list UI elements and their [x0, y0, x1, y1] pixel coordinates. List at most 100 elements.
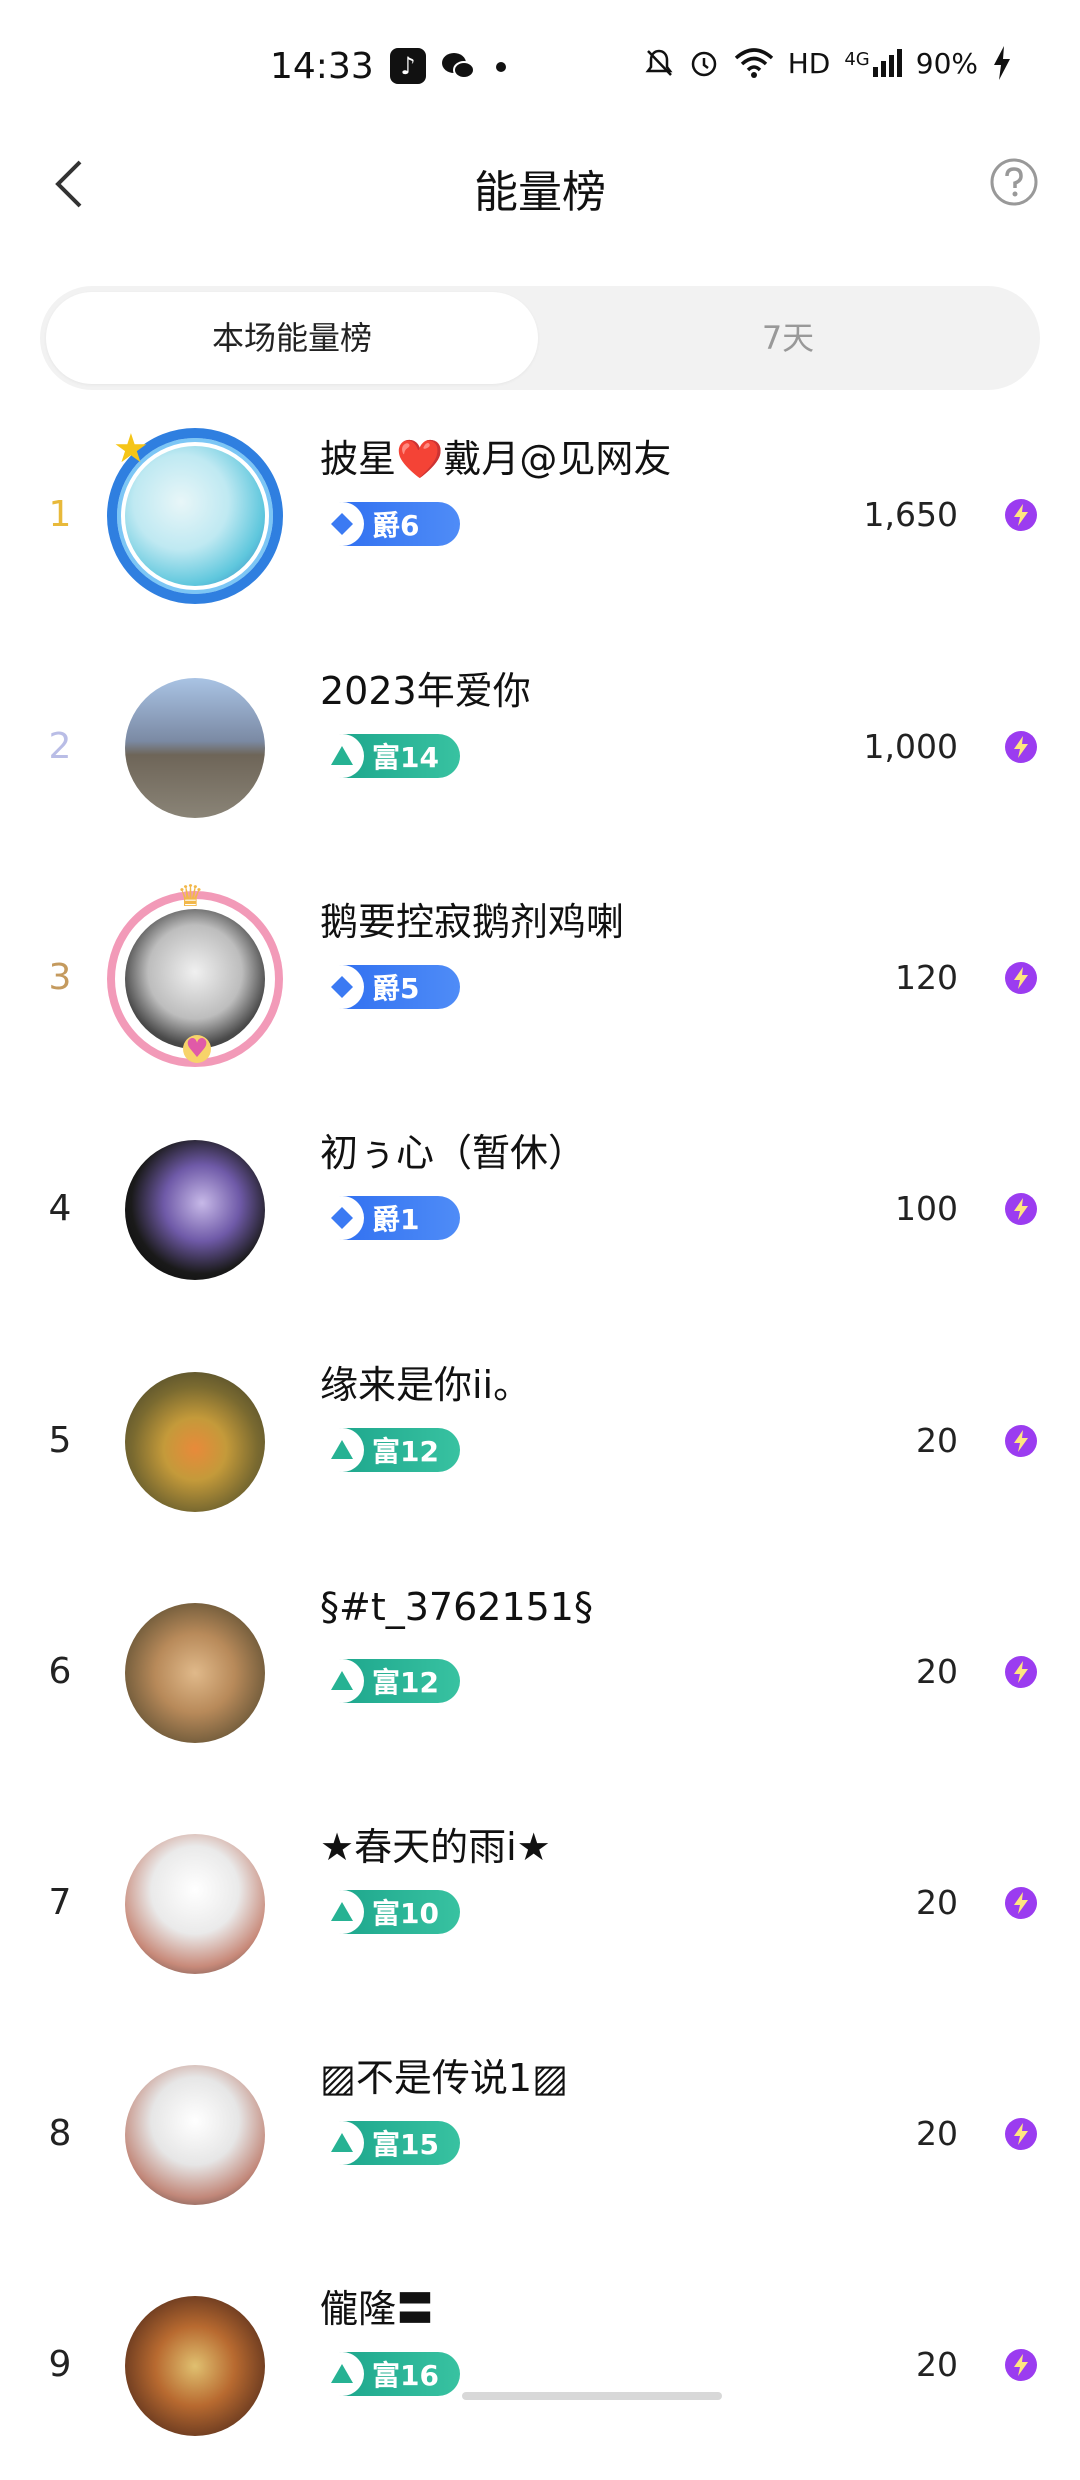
- energy-score: 1,000: [863, 727, 958, 766]
- heart-gem-icon: ♥: [183, 1035, 211, 1063]
- avatar[interactable]: [125, 2065, 265, 2205]
- badge-label: 富12: [372, 1435, 439, 1468]
- scroll-indicator: [462, 2392, 722, 2400]
- hd-label: HD: [787, 46, 831, 80]
- energy-score: 20: [916, 2345, 958, 2384]
- user-name: 儱隆〓: [320, 2287, 435, 2331]
- energy-score: 20: [916, 1421, 958, 1460]
- leaderboard-row[interactable]: 2 2023年爱你富14 1,000: [0, 632, 1080, 862]
- notification-dot-icon: [496, 62, 506, 72]
- leaderboard-row[interactable]: 9 儱隆〓富16 20: [0, 2250, 1080, 2480]
- avatar[interactable]: [125, 1140, 265, 1280]
- badge-label: 富14: [372, 741, 439, 774]
- leaderboard-tabs: 本场能量榜 7天: [40, 286, 1040, 390]
- help-button[interactable]: [988, 156, 1040, 208]
- energy-bolt-icon: [1005, 962, 1037, 994]
- energy-score: 20: [916, 1883, 958, 1922]
- avatar-container: ♥ ♛: [107, 879, 283, 1067]
- rank-number: 9: [48, 2344, 72, 2385]
- wechat-icon: [440, 48, 476, 84]
- avatar[interactable]: [125, 1834, 265, 1974]
- energy-bolt-icon: [1005, 2349, 1037, 2381]
- energy-bolt-icon: [1005, 731, 1037, 763]
- energy-bolt-icon: [1005, 1425, 1037, 1457]
- wealth-level-badge: 富14: [320, 734, 460, 778]
- user-name: 2023年爱你: [320, 669, 531, 713]
- rank-number: 7: [48, 1882, 72, 1923]
- mute-icon: [645, 49, 673, 76]
- leaderboard-row[interactable]: 5 缘来是你ii。富12 20: [0, 1326, 1080, 1556]
- badge-label: 富16: [372, 2359, 439, 2392]
- wealth-level-badge: 富12: [320, 1659, 460, 1703]
- energy-score: 20: [916, 2114, 958, 2153]
- tab-7-days[interactable]: 7天: [542, 292, 1034, 384]
- triangle-icon: [320, 1890, 364, 1934]
- energy-score: 120: [895, 958, 958, 997]
- badge-label: 富15: [372, 2128, 439, 2161]
- triangle-icon: [320, 1428, 364, 1472]
- wifi-icon: [734, 48, 773, 78]
- energy-bolt-icon: [1005, 1193, 1037, 1225]
- avatar[interactable]: [125, 1372, 265, 1512]
- energy-score: 20: [916, 1652, 958, 1691]
- badge-label: 富12: [372, 1666, 439, 1699]
- rank-number: 8: [48, 2113, 72, 2154]
- avatar[interactable]: [125, 1603, 265, 1743]
- avatar[interactable]: [125, 2296, 265, 2436]
- avatar-container: [125, 1372, 265, 1512]
- avatar-container: [125, 1140, 265, 1280]
- avatar-container: [125, 1834, 265, 1974]
- leaderboard-row[interactable]: 1 ★ 披星❤️戴月@见网友爵6 1,650: [0, 400, 1080, 630]
- star-icon: ★: [113, 426, 149, 472]
- nobility-level-badge: 爵1: [320, 1196, 460, 1240]
- leaderboard-row[interactable]: 8 ▨不是传说1▨ 富15 20: [0, 2019, 1080, 2249]
- leaderboard-row[interactable]: 4 初ぅ心（暂休） 爵1 100: [0, 1094, 1080, 1324]
- network-label: 4G: [844, 49, 870, 70]
- leaderboard-row[interactable]: 3 ♥ ♛ 鹅要控寂鹅剂鸡喇 爵5 120: [0, 863, 1080, 1093]
- avatar-container: ★: [107, 426, 283, 604]
- triangle-icon: [320, 1659, 364, 1703]
- badge-label: 爵6: [372, 509, 420, 542]
- alarm-icon: [691, 51, 716, 77]
- user-name: 披星❤️戴月@见网友: [320, 437, 672, 481]
- user-name: 缘来是你ii。: [320, 1363, 532, 1407]
- rank-number: 3: [48, 957, 72, 998]
- diamond-icon: [320, 965, 364, 1009]
- leaderboard-row[interactable]: 6 §#t_3762151§ 富12 20: [0, 1557, 1080, 1787]
- wealth-level-badge: 富15: [320, 2121, 460, 2165]
- nobility-level-badge: 爵6: [320, 502, 460, 546]
- user-name: 鹅要控寂鹅剂鸡喇: [320, 900, 625, 944]
- tab-current-session[interactable]: 本场能量榜: [46, 292, 538, 384]
- wealth-level-badge: 富16: [320, 2352, 460, 2396]
- rank-number: 4: [48, 1188, 72, 1229]
- avatar-container: [125, 1603, 265, 1743]
- wealth-level-badge: 富10: [320, 1890, 460, 1934]
- energy-score: 1,650: [863, 495, 958, 534]
- triangle-icon: [320, 734, 364, 778]
- rank-number: 6: [48, 1651, 72, 1692]
- energy-bolt-icon: [1005, 1656, 1037, 1688]
- avatar[interactable]: [125, 678, 265, 818]
- energy-bolt-icon: [1005, 2118, 1037, 2150]
- leaderboard-row[interactable]: 7 ★春天的雨i★ 富10 20: [0, 1788, 1080, 2018]
- nobility-level-badge: 爵5: [320, 965, 460, 1009]
- badge-label: 爵5: [372, 972, 420, 1005]
- rank-number: 2: [48, 726, 72, 767]
- wealth-level-badge: 富12: [320, 1428, 460, 1472]
- tiktok-icon: ♪: [390, 48, 426, 84]
- rank-number: 1: [48, 494, 72, 535]
- rank-number: 5: [48, 1420, 72, 1461]
- crown-icon: ♛: [177, 879, 204, 914]
- avatar-container: [125, 2065, 265, 2205]
- diamond-icon: [320, 502, 364, 546]
- question-circle-icon: [990, 158, 1038, 206]
- status-time: 14:33: [270, 46, 374, 87]
- badge-label: 爵1: [372, 1203, 420, 1236]
- triangle-icon: [320, 2352, 364, 2396]
- diamond-icon: [320, 1196, 364, 1240]
- energy-bolt-icon: [1005, 1887, 1037, 1919]
- avatar[interactable]: [125, 909, 265, 1049]
- triangle-icon: [320, 2121, 364, 2165]
- energy-bolt-icon: [1005, 499, 1037, 531]
- status-bar: 14:33 ♪ HD 4G 90%: [0, 0, 1080, 130]
